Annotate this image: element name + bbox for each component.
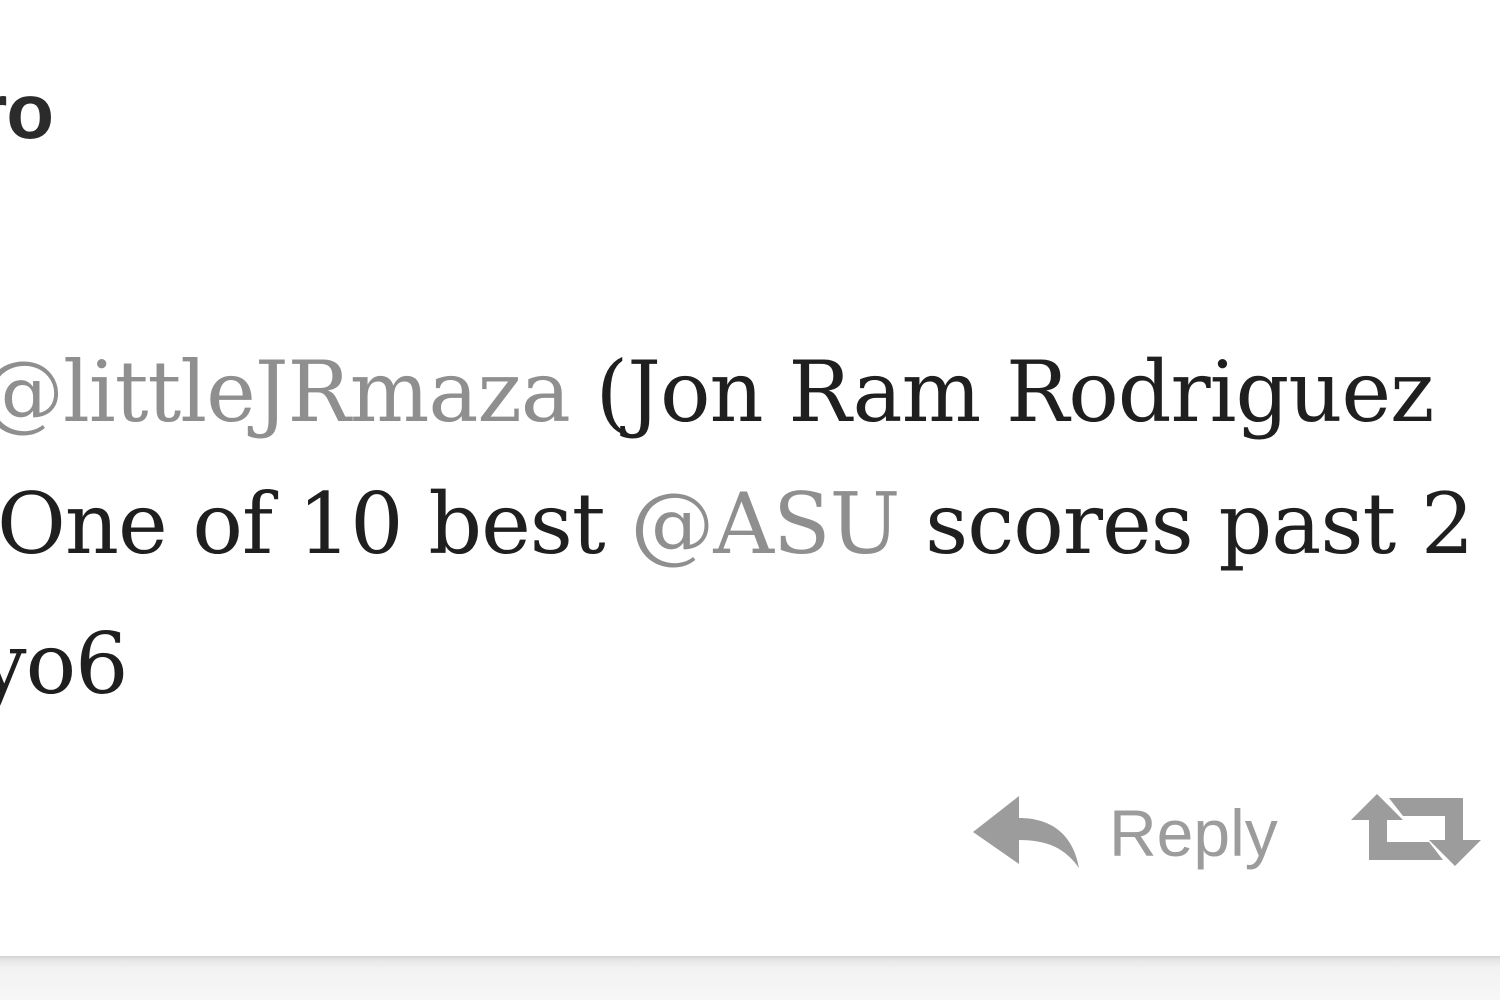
tweet-text-line-1: @littleJRmaza (Jon Ram Rodriguez <box>0 350 1434 434</box>
tweet-text-segment: scores past 2 <box>925 475 1474 573</box>
display-name[interactable]: naro <box>0 72 54 150</box>
tweet-card: naro aro @littleJRmaza (Jon Ram Rodrigue… <box>0 0 1500 956</box>
retweet-icon <box>1351 794 1481 866</box>
tweet-text-segment: One of 10 best <box>0 475 606 573</box>
reply-arrow-icon <box>973 796 1079 868</box>
tweet-actions: Reply <box>965 782 1500 882</box>
tweet-text-line-2: One of 10 best @ASU scores past 2 <box>0 482 1474 566</box>
retweet-button[interactable] <box>1351 782 1491 882</box>
mention-link-asu[interactable]: @ASU <box>630 475 900 573</box>
card-shadow <box>0 956 1500 1000</box>
reply-button[interactable]: Reply <box>965 782 1305 882</box>
mention-link-littlejrmaza[interactable]: @littleJRmaza <box>0 343 571 441</box>
tweet-text-line-3: ryo6 <box>0 615 129 713</box>
tweet-text-segment: (Jon Ram Rodriguez <box>595 343 1435 441</box>
page: naro aro @littleJRmaza (Jon Ram Rodrigue… <box>0 0 1500 1000</box>
reply-label: Reply <box>1109 796 1278 870</box>
